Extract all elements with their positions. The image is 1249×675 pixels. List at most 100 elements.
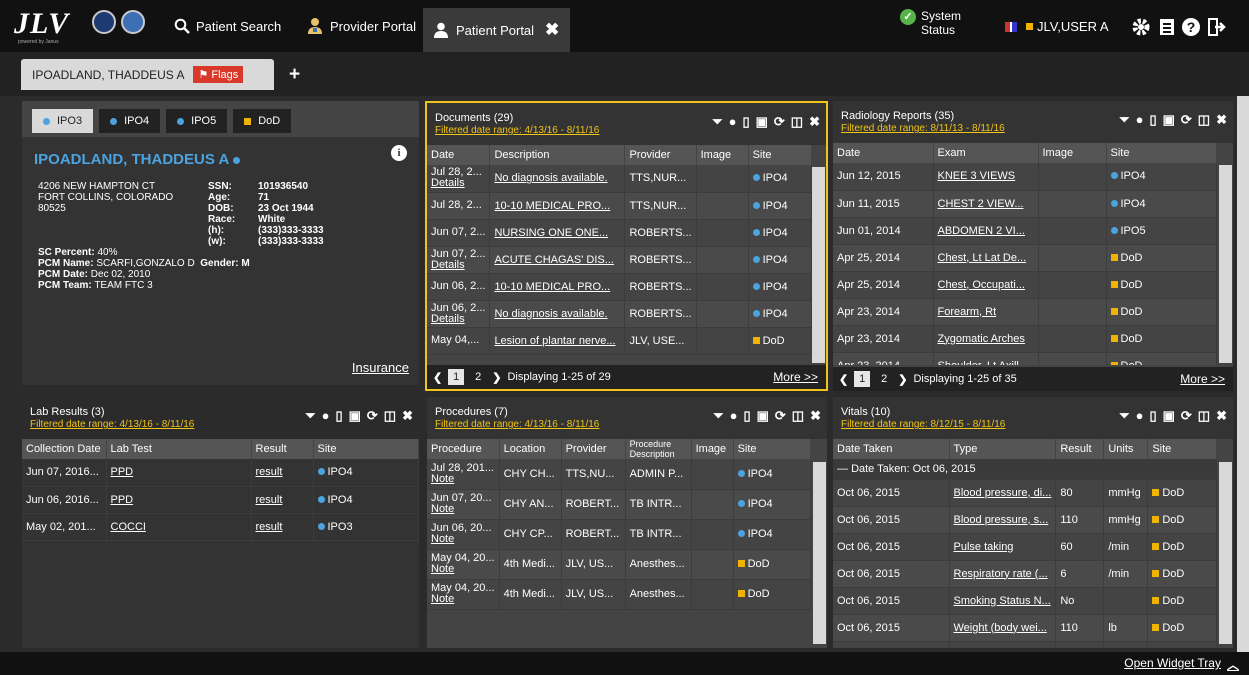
columns-icon[interactable]: ◫: [1198, 112, 1210, 128]
table-row[interactable]: Oct 06, 2015 Pulse taking 60/min DoD: [833, 533, 1217, 561]
print-icon[interactable]: ▣: [1163, 408, 1175, 424]
description-link[interactable]: Lesion of plantar nerve...: [494, 335, 615, 347]
table-row[interactable]: Jun 01, 2014 ABDOMEN 2 VI... IPO5: [833, 217, 1217, 245]
table-row[interactable]: Oct 06, 2015 Smoking Status N... No DoD: [833, 587, 1217, 615]
note-link[interactable]: Note: [431, 504, 495, 515]
tab-ipo3[interactable]: IPO3: [32, 109, 94, 133]
gear-icon[interactable]: [1130, 16, 1152, 38]
description-link[interactable]: No diagnosis available.: [494, 308, 607, 320]
table-row[interactable]: Jun 11, 2015 CHEST 2 VIEW... IPO4: [833, 190, 1217, 218]
col-type[interactable]: Type: [949, 439, 1057, 459]
col-site[interactable]: Site: [313, 439, 419, 459]
col-date[interactable]: Date: [833, 143, 934, 163]
group-header[interactable]: — Date Taken: Oct 06, 2015: [833, 459, 1217, 480]
radiology-scrollbar[interactable]: [1219, 165, 1232, 363]
table-row[interactable]: Jun 06, 2... Details No diagnosis availabl…: [427, 300, 812, 328]
print-icon[interactable]: ▣: [1163, 112, 1175, 128]
page-2[interactable]: 2: [470, 369, 486, 385]
page-scrollbar[interactable]: [1237, 96, 1249, 652]
table-row[interactable]: Oct 06, 2015Patient's height v...80inDoD: [833, 641, 1217, 648]
type-link[interactable]: Smoking Status N...: [954, 595, 1051, 607]
table-row[interactable]: Apr 23, 2014 Zygomatic Arches DoD: [833, 325, 1217, 353]
prev-page-icon[interactable]: ❮: [839, 373, 848, 386]
clipboard-icon[interactable]: ▯: [1149, 112, 1156, 128]
description-link[interactable]: ACUTE CHAGAS' DIS...: [494, 254, 613, 266]
page-1[interactable]: 1: [448, 369, 465, 385]
description-link[interactable]: 10-10 MEDICAL PRO...: [494, 281, 610, 293]
col-provider[interactable]: Provider: [561, 439, 626, 459]
col-location[interactable]: Location: [499, 439, 562, 459]
col-date-taken[interactable]: Date Taken: [833, 439, 950, 459]
col-lab-test[interactable]: Lab Test: [106, 439, 252, 459]
logout-icon[interactable]: [1206, 16, 1228, 38]
exam-link[interactable]: Zygomatic Arches: [938, 333, 1025, 345]
table-row[interactable]: May 04, 20... Note 4th Medi... JLV, US... An…: [427, 549, 811, 580]
table-row[interactable]: Jun 06, 2... 10-10 MEDICAL PRO... ROBERTS.…: [427, 273, 812, 301]
col-site[interactable]: Site: [1106, 143, 1217, 163]
col-units[interactable]: Units: [1103, 439, 1149, 459]
close-icon[interactable]: ✖: [1216, 408, 1227, 424]
refresh-icon[interactable]: ⟳: [775, 408, 786, 424]
lab-test-link[interactable]: COCCI: [111, 521, 146, 533]
table-row[interactable]: Jun 07, 2016... PPD result IPO4: [22, 459, 419, 487]
columns-icon[interactable]: ◫: [791, 114, 803, 130]
flags-button[interactable]: ⚑ Flags: [193, 66, 244, 83]
more-link[interactable]: More >>: [773, 370, 818, 384]
info-icon[interactable]: ●: [1136, 112, 1144, 128]
filter-icon[interactable]: ⏷: [1119, 112, 1129, 128]
table-row[interactable]: Apr 25, 2014 Chest, Lt Lat De... DoD: [833, 244, 1217, 272]
tab-ipo5[interactable]: IPO5: [166, 109, 228, 133]
note-link[interactable]: Note: [431, 473, 495, 485]
add-patient-tab-button[interactable]: +: [289, 64, 300, 86]
exam-link[interactable]: Chest, Occupati...: [938, 279, 1025, 291]
exam-link[interactable]: KNEE 3 VIEWS: [938, 170, 1016, 182]
description-link[interactable]: NURSING ONE ONE...: [494, 227, 608, 239]
col-site[interactable]: Site: [748, 145, 812, 165]
columns-icon[interactable]: ◫: [384, 408, 396, 424]
tab-dod[interactable]: DoD: [233, 109, 292, 133]
lab-test-link[interactable]: PPD: [111, 494, 134, 506]
columns-icon[interactable]: ◫: [1198, 408, 1210, 424]
info-icon[interactable]: i: [391, 145, 407, 161]
description-link[interactable]: 10-10 MEDICAL PRO...: [494, 200, 610, 212]
close-icon[interactable]: ✖: [1216, 112, 1227, 128]
close-icon[interactable]: ✖: [402, 408, 413, 424]
insurance-link[interactable]: Insurance: [352, 360, 409, 375]
col-collection-date[interactable]: Collection Date: [22, 439, 107, 459]
table-row[interactable]: Oct 06, 2015 Blood pressure, di... 80 mmHg D…: [833, 479, 1217, 507]
type-link[interactable]: Respiratory rate (...: [954, 568, 1048, 580]
clipboard-icon[interactable]: ▯: [335, 408, 342, 424]
open-widget-tray-button[interactable]: Open Widget Tray ︿: [1124, 656, 1239, 673]
result-link[interactable]: result: [256, 494, 283, 506]
col-procedure-description[interactable]: Procedure Description: [625, 439, 692, 459]
vitals-scrollbar[interactable]: [1219, 462, 1232, 644]
documents-scrollbar[interactable]: [812, 167, 825, 363]
tab-ipo4[interactable]: IPO4: [99, 109, 161, 133]
table-row[interactable]: Jul 28, 2... 10-10 MEDICAL PRO... TTS,NUR.…: [427, 192, 812, 220]
refresh-icon[interactable]: ⟳: [774, 114, 785, 130]
table-row[interactable]: Oct 06, 2015 Respiratory rate (... 6/min Do…: [833, 560, 1217, 588]
info-icon[interactable]: ●: [730, 408, 738, 424]
table-row[interactable]: Jun 07, 20... Note CHY AN... ROBERT... TB IN…: [427, 489, 811, 520]
next-page-icon[interactable]: ❯: [898, 373, 907, 386]
prev-page-icon[interactable]: ❮: [433, 371, 442, 384]
procedures-scrollbar[interactable]: [813, 462, 826, 644]
refresh-icon[interactable]: ⟳: [367, 408, 378, 424]
table-row[interactable]: Apr 23, 2014 Forearm, Rt DoD: [833, 298, 1217, 326]
table-row[interactable]: Jul 28, 201... Note CHY CH... TTS,NU... ADMI…: [427, 459, 811, 490]
type-link[interactable]: Weight (body wei...: [954, 622, 1047, 634]
col-description[interactable]: Description: [489, 145, 626, 165]
more-link[interactable]: More >>: [1180, 372, 1225, 386]
exam-link[interactable]: Shoulder, Lt Axill...: [938, 360, 1029, 366]
col-site[interactable]: Site: [1147, 439, 1217, 459]
close-icon[interactable]: ✖: [810, 408, 821, 424]
filter-icon[interactable]: ⏷: [305, 408, 315, 424]
col-image[interactable]: Image: [691, 439, 734, 459]
exam-link[interactable]: ABDOMEN 2 VI...: [938, 225, 1025, 237]
table-row[interactable]: Apr 25, 2014 Chest, Occupati... DoD: [833, 271, 1217, 299]
page-1[interactable]: 1: [854, 371, 871, 387]
col-image[interactable]: Image: [1038, 143, 1107, 163]
clipboard-icon[interactable]: ▯: [743, 408, 750, 424]
table-row[interactable]: Jun 12, 2015 KNEE 3 VIEWS IPO4: [833, 163, 1217, 191]
col-result[interactable]: Result: [251, 439, 314, 459]
